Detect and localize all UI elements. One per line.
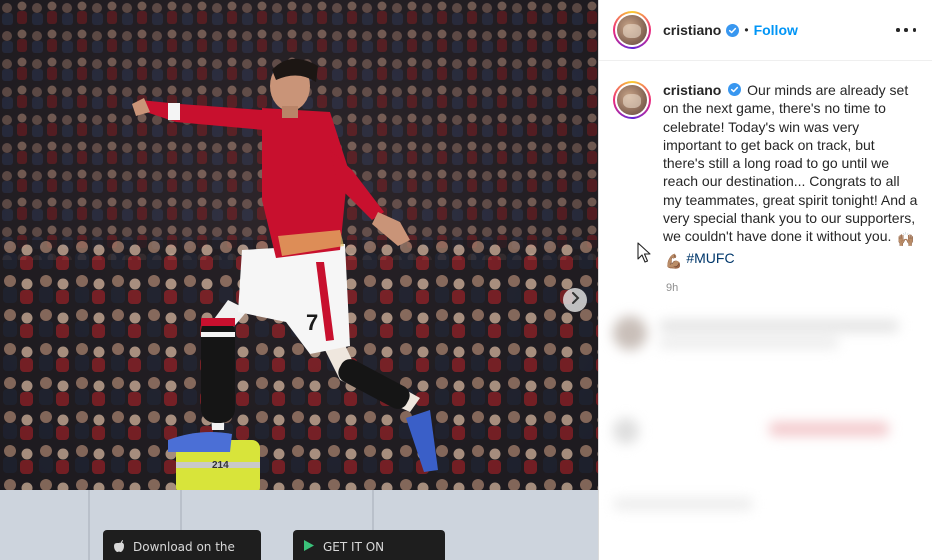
- app-store-label: Download on the: [133, 540, 235, 554]
- follow-button[interactable]: Follow: [754, 22, 798, 38]
- flexed-biceps-emoji-icon: 💪🏽: [665, 252, 683, 269]
- play-store-label: GET IT ON: [323, 540, 385, 554]
- caption-username-link[interactable]: cristiano: [663, 82, 721, 98]
- post-photo: 214 7: [0, 0, 598, 560]
- next-photo-button[interactable]: [563, 288, 587, 312]
- shorts-number: 7: [306, 310, 318, 335]
- post-timestamp: 9h: [666, 281, 679, 294]
- steward-number: 214: [212, 460, 229, 471]
- raising-hands-emoji-icon: 🙌🏽: [897, 231, 915, 248]
- post-side-panel: cristiano • Follow cristiano Our minds a…: [598, 0, 932, 560]
- more-options-icon[interactable]: [896, 22, 916, 38]
- verified-badge-icon: [728, 82, 742, 96]
- app-store-badge: Download on the: [103, 530, 261, 560]
- post-caption: cristiano Our minds are already set on t…: [599, 61, 932, 270]
- play-store-badge: GET IT ON: [293, 530, 445, 560]
- verified-badge-icon: [726, 23, 740, 37]
- caption-text: Our minds are already set on the next ga…: [663, 82, 918, 245]
- blurred-comments-area: [599, 298, 932, 560]
- mouse-pointer-icon: [637, 242, 651, 263]
- caption-avatar[interactable]: [613, 81, 651, 119]
- username-link[interactable]: cristiano: [663, 22, 721, 38]
- avatar[interactable]: [613, 11, 651, 49]
- post-media[interactable]: 214 7 Download on the GET IT ON: [0, 0, 598, 560]
- separator-dot: •: [744, 23, 749, 37]
- chevron-right-icon: [570, 291, 580, 309]
- hashtag-link[interactable]: #MUFC: [686, 250, 734, 266]
- apple-icon: [113, 539, 125, 556]
- play-store-icon: [303, 539, 315, 555]
- caption-body: cristiano Our minds are already set on t…: [663, 81, 918, 270]
- post-header: cristiano • Follow: [599, 0, 932, 61]
